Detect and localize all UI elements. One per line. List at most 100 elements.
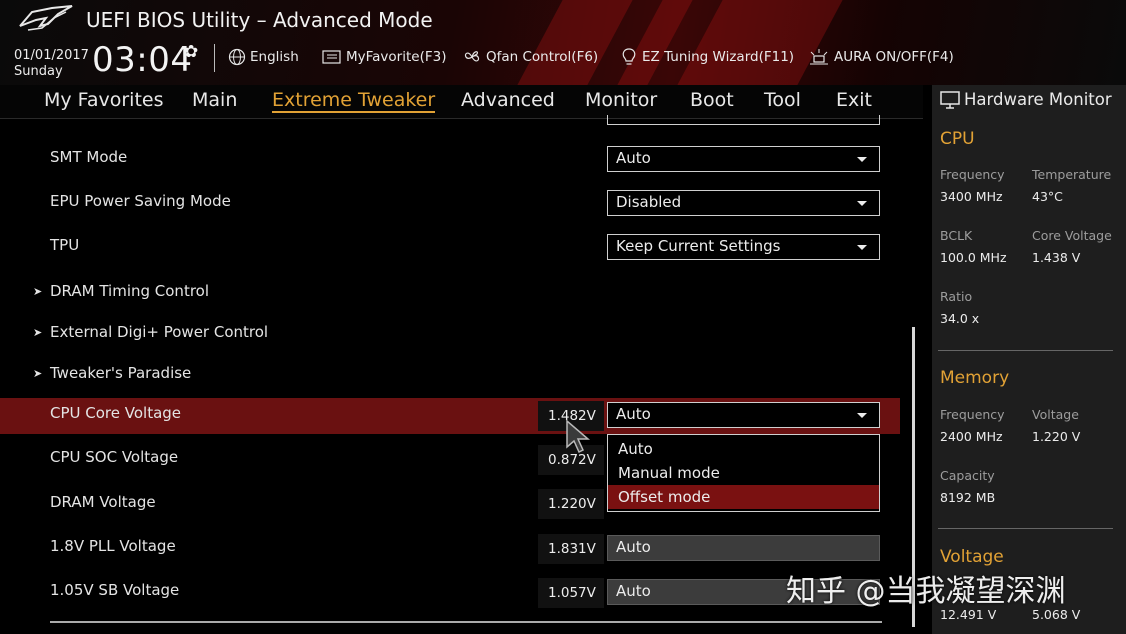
favorite-list-icon <box>322 50 341 64</box>
smt-mode-dropdown[interactable]: Auto <box>607 146 880 172</box>
tab-my-favorites[interactable]: My Favorites <box>44 89 164 111</box>
pll-voltage-reading: 1.831V <box>538 534 604 564</box>
partial-dropdown-above <box>607 115 880 125</box>
hardware-monitor-title: Hardware Monitor <box>940 90 1112 109</box>
hardware-monitor-panel: Hardware Monitor CPU Frequency Temperatu… <box>932 85 1126 634</box>
tab-exit[interactable]: Exit <box>836 89 872 111</box>
header-decor-stripe <box>517 0 633 85</box>
ez-tuning-label: EZ Tuning Wizard(F11) <box>642 49 795 65</box>
cpu-temperature-value: 43°C <box>1032 189 1063 204</box>
submenu-dram-timing-control[interactable]: DRAM Timing Control <box>50 282 209 300</box>
tpu-label: TPU <box>50 236 80 254</box>
panel-divider <box>938 350 1113 351</box>
sb-voltage-reading: 1.057V <box>538 578 604 608</box>
my-favorite-button[interactable]: MyFavorite(F3) <box>322 46 446 68</box>
memory-frequency-label: Frequency <box>940 407 1005 422</box>
memory-voltage-value: 1.220 V <box>1032 429 1081 444</box>
my-favorite-label: MyFavorite(F3) <box>346 49 447 65</box>
memory-section-heading: Memory <box>940 368 1010 388</box>
cpu-frequency-value: 3400 MHz <box>940 189 1003 204</box>
panel-divider <box>938 528 1113 529</box>
option-auto[interactable]: Auto <box>608 437 879 461</box>
submenu-arrow-icon: ➤ <box>33 367 43 380</box>
core-voltage-value: 1.438 V <box>1032 250 1081 265</box>
tab-main[interactable]: Main <box>192 89 237 111</box>
submenu-external-digi-power[interactable]: External Digi+ Power Control <box>50 323 268 341</box>
voltage-mode-option-list: Auto Manual mode Offset mode <box>607 434 880 512</box>
capacity-label: Capacity <box>940 468 995 483</box>
capacity-value: 8192 MB <box>940 490 996 505</box>
submenu-arrow-icon: ➤ <box>33 326 43 339</box>
aura-light-icon <box>810 49 828 65</box>
core-voltage-label: Core Voltage <box>1032 228 1112 243</box>
pll-voltage-field: Auto <box>607 535 880 561</box>
rog-logo-icon <box>19 5 73 31</box>
globe-icon <box>228 48 246 66</box>
lightbulb-icon <box>622 48 636 65</box>
voltage-section-heading: Voltage <box>940 547 1004 567</box>
bclk-label: BCLK <box>940 228 973 243</box>
header-decor-stripe <box>677 0 843 85</box>
date-text: 01/01/2017 <box>14 48 89 63</box>
language-button[interactable]: English <box>228 46 299 68</box>
tpu-value: Keep Current Settings <box>616 237 781 255</box>
app-title: UEFI BIOS Utility – Advanced Mode <box>86 8 433 32</box>
epu-power-saving-dropdown[interactable]: Disabled <box>607 190 880 216</box>
mouse-cursor-icon <box>566 419 591 454</box>
submenu-arrow-icon: ➤ <box>33 285 43 298</box>
main-tab-bar: My Favorites Main Extreme Tweaker Advanc… <box>0 85 923 119</box>
pll-voltage-value: Auto <box>616 538 651 556</box>
pll-voltage-label: 1.8V PLL Voltage <box>50 537 176 555</box>
ratio-value: 34.0 x <box>940 311 980 326</box>
cpu-core-voltage-dropdown[interactable]: Auto <box>607 402 880 428</box>
ratio-label: Ratio <box>940 289 973 304</box>
cpu-core-voltage-label: CPU Core Voltage <box>50 404 182 422</box>
header-decor-stripe <box>617 0 693 85</box>
qfan-control-button[interactable]: Qfan Control(F6) <box>462 46 598 68</box>
settings-panel: SMT Mode Auto EPU Power Saving Mode Disa… <box>0 115 923 634</box>
hardware-monitor-label: Hardware Monitor <box>964 90 1112 109</box>
chevron-down-icon <box>857 201 867 206</box>
epu-power-saving-value: Disabled <box>616 193 682 211</box>
aura-label: AURA ON/OFF(F4) <box>834 49 954 65</box>
header-bar: UEFI BIOS Utility – Advanced Mode 01/01/… <box>0 0 1126 85</box>
epu-power-saving-label: EPU Power Saving Mode <box>50 192 231 210</box>
watermark-text: 知乎 @当我凝望深渊 <box>786 574 1066 609</box>
tab-advanced[interactable]: Advanced <box>461 89 555 111</box>
fan-icon <box>464 51 480 62</box>
submenu-tweakers-paradise[interactable]: Tweaker's Paradise <box>50 364 191 382</box>
clock-time: 03:04 <box>92 40 193 80</box>
dram-voltage-reading: 1.220V <box>538 489 604 519</box>
option-offset-mode[interactable]: Offset mode <box>608 485 879 509</box>
cpu-temperature-label: Temperature <box>1032 167 1112 182</box>
smt-mode-value: Auto <box>616 149 651 167</box>
ez-tuning-wizard-button[interactable]: EZ Tuning Wizard(F11) <box>620 46 794 68</box>
cpu-frequency-label: Frequency <box>940 167 1005 182</box>
language-label: English <box>250 49 299 65</box>
option-manual-mode[interactable]: Manual mode <box>608 461 879 485</box>
day-text: Sunday <box>14 64 63 79</box>
monitor-icon <box>940 90 960 109</box>
bclk-value: 100.0 MHz <box>940 250 1007 265</box>
cpu-soc-voltage-label: CPU SOC Voltage <box>50 448 179 466</box>
tab-tool[interactable]: Tool <box>764 89 801 111</box>
sb-voltage-value: Auto <box>616 582 651 600</box>
memory-voltage-label: Voltage <box>1032 407 1079 422</box>
cpu-section-heading: CPU <box>940 129 975 149</box>
header-divider <box>214 44 215 72</box>
smt-mode-label: SMT Mode <box>50 148 128 166</box>
memory-frequency-value: 2400 MHz <box>940 429 1003 444</box>
tab-monitor[interactable]: Monitor <box>585 89 657 111</box>
sb-voltage-label: 1.05V SB Voltage <box>50 581 180 599</box>
chevron-down-icon <box>857 413 867 418</box>
qfan-label: Qfan Control(F6) <box>486 49 599 65</box>
dram-voltage-label: DRAM Voltage <box>50 493 156 511</box>
bottom-divider <box>50 621 882 623</box>
tpu-dropdown[interactable]: Keep Current Settings <box>607 234 880 260</box>
tab-boot[interactable]: Boot <box>690 89 734 111</box>
tab-extreme-tweaker[interactable]: Extreme Tweaker <box>272 89 436 113</box>
aura-toggle-button[interactable]: AURA ON/OFF(F4) <box>808 46 954 68</box>
cpu-core-voltage-value: Auto <box>616 405 651 423</box>
chevron-down-icon <box>857 245 867 250</box>
gear-icon[interactable]: ✿ <box>184 42 198 62</box>
